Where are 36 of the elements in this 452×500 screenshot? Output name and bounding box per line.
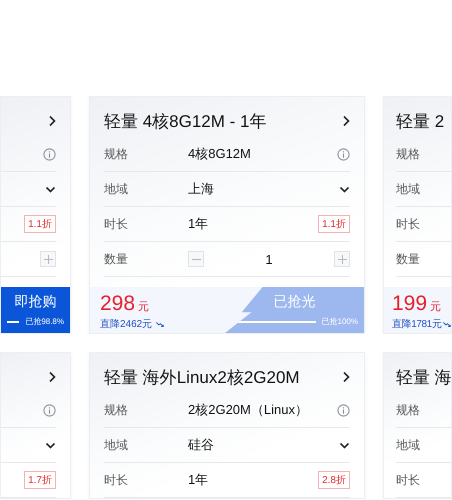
field-value: 2核2G20M（Linux） <box>188 401 309 419</box>
price: 298 元 <box>100 292 150 316</box>
price-drop: 直降2462元 <box>100 318 152 331</box>
field-label: 规格 <box>396 146 421 162</box>
price-drop: 直降1781元 <box>392 318 442 331</box>
card-title: 轻量 海外Linux2核2G20M <box>104 366 300 388</box>
field-label: 数量 <box>104 250 129 268</box>
field-label: 地域 <box>104 180 129 198</box>
discount-tag: 1.1折 <box>318 215 350 233</box>
field-label: 时长 <box>396 216 421 232</box>
field-value[interactable]: 硅谷 <box>188 436 339 454</box>
progress-label: 已抢98.8% <box>25 316 64 327</box>
discount-tag: 2.8折 <box>318 471 350 489</box>
field-label: 数量 <box>396 250 421 268</box>
card-title: 轻量 海 <box>396 366 451 388</box>
progress-label: 已抢100% <box>322 316 358 327</box>
field-label: 时长 <box>104 216 129 232</box>
field-value: 1年 <box>188 215 210 233</box>
field-value: 1年 <box>188 471 210 489</box>
field-label: 地域 <box>396 180 421 198</box>
discount-tag: 1.7折 <box>24 471 56 489</box>
quantity-value: 1 <box>264 252 274 266</box>
buy-button[interactable]: 即抢购 已抢98.8% <box>1 287 70 333</box>
field-label: 规格 <box>396 402 421 418</box>
card-title: 轻量 2 <box>396 110 444 132</box>
field-value[interactable]: 上海 <box>188 180 339 198</box>
field-label: 地域 <box>396 436 421 454</box>
field-label: 时长 <box>104 472 129 488</box>
field-value: 4核8G12M <box>188 145 252 163</box>
field-label: 规格 <box>104 146 129 162</box>
field-label: 时长 <box>396 472 421 488</box>
field-label: 规格 <box>104 402 129 418</box>
discount-tag: 1.1折 <box>24 215 56 233</box>
field-label: 地域 <box>104 436 129 454</box>
price: 199 元 <box>392 292 442 316</box>
card-title: 轻量 4核8G12M - 1年 <box>104 110 266 132</box>
